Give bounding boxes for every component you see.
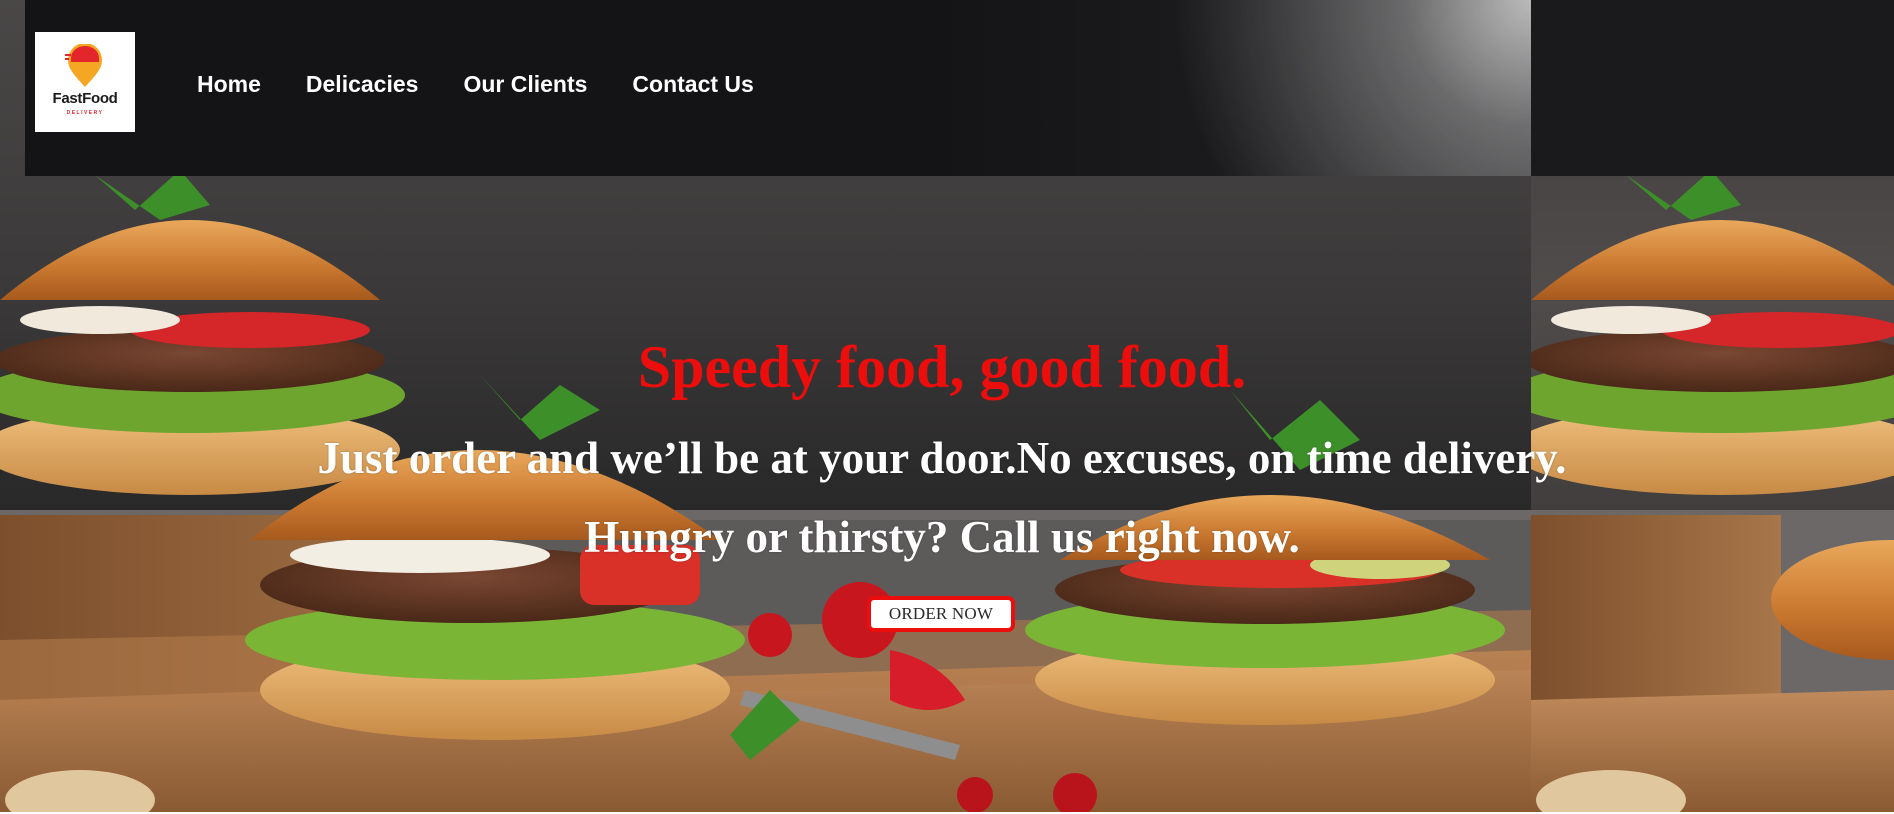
main-nav: Home Delicacies Our Clients Contact Us <box>197 71 799 98</box>
nav-our-clients[interactable]: Our Clients <box>463 71 587 98</box>
hero-headline: Speedy food, good food. <box>637 334 1247 400</box>
landing-page: FastFood DELIVERY Home Delicacies Our Cl… <box>0 0 1894 814</box>
hero-tagline-line1: Just order and we’ll be at your door.No … <box>317 433 1567 483</box>
brand-subtitle: DELIVERY <box>66 110 104 116</box>
brand-logo[interactable]: FastFood DELIVERY <box>35 32 135 132</box>
nav-contact-us[interactable]: Contact Us <box>632 71 753 98</box>
brand-name: FastFood <box>52 90 118 107</box>
order-now-button[interactable]: ORDER NOW <box>867 596 1015 632</box>
header-bar-repeat <box>1531 0 1894 176</box>
nav-delicacies[interactable]: Delicacies <box>306 71 419 98</box>
hero-tagline-line2: Hungry or thirsty? Call us right now. <box>584 512 1300 562</box>
nav-home[interactable]: Home <box>197 71 261 98</box>
delivery-pin-icon <box>65 44 102 87</box>
